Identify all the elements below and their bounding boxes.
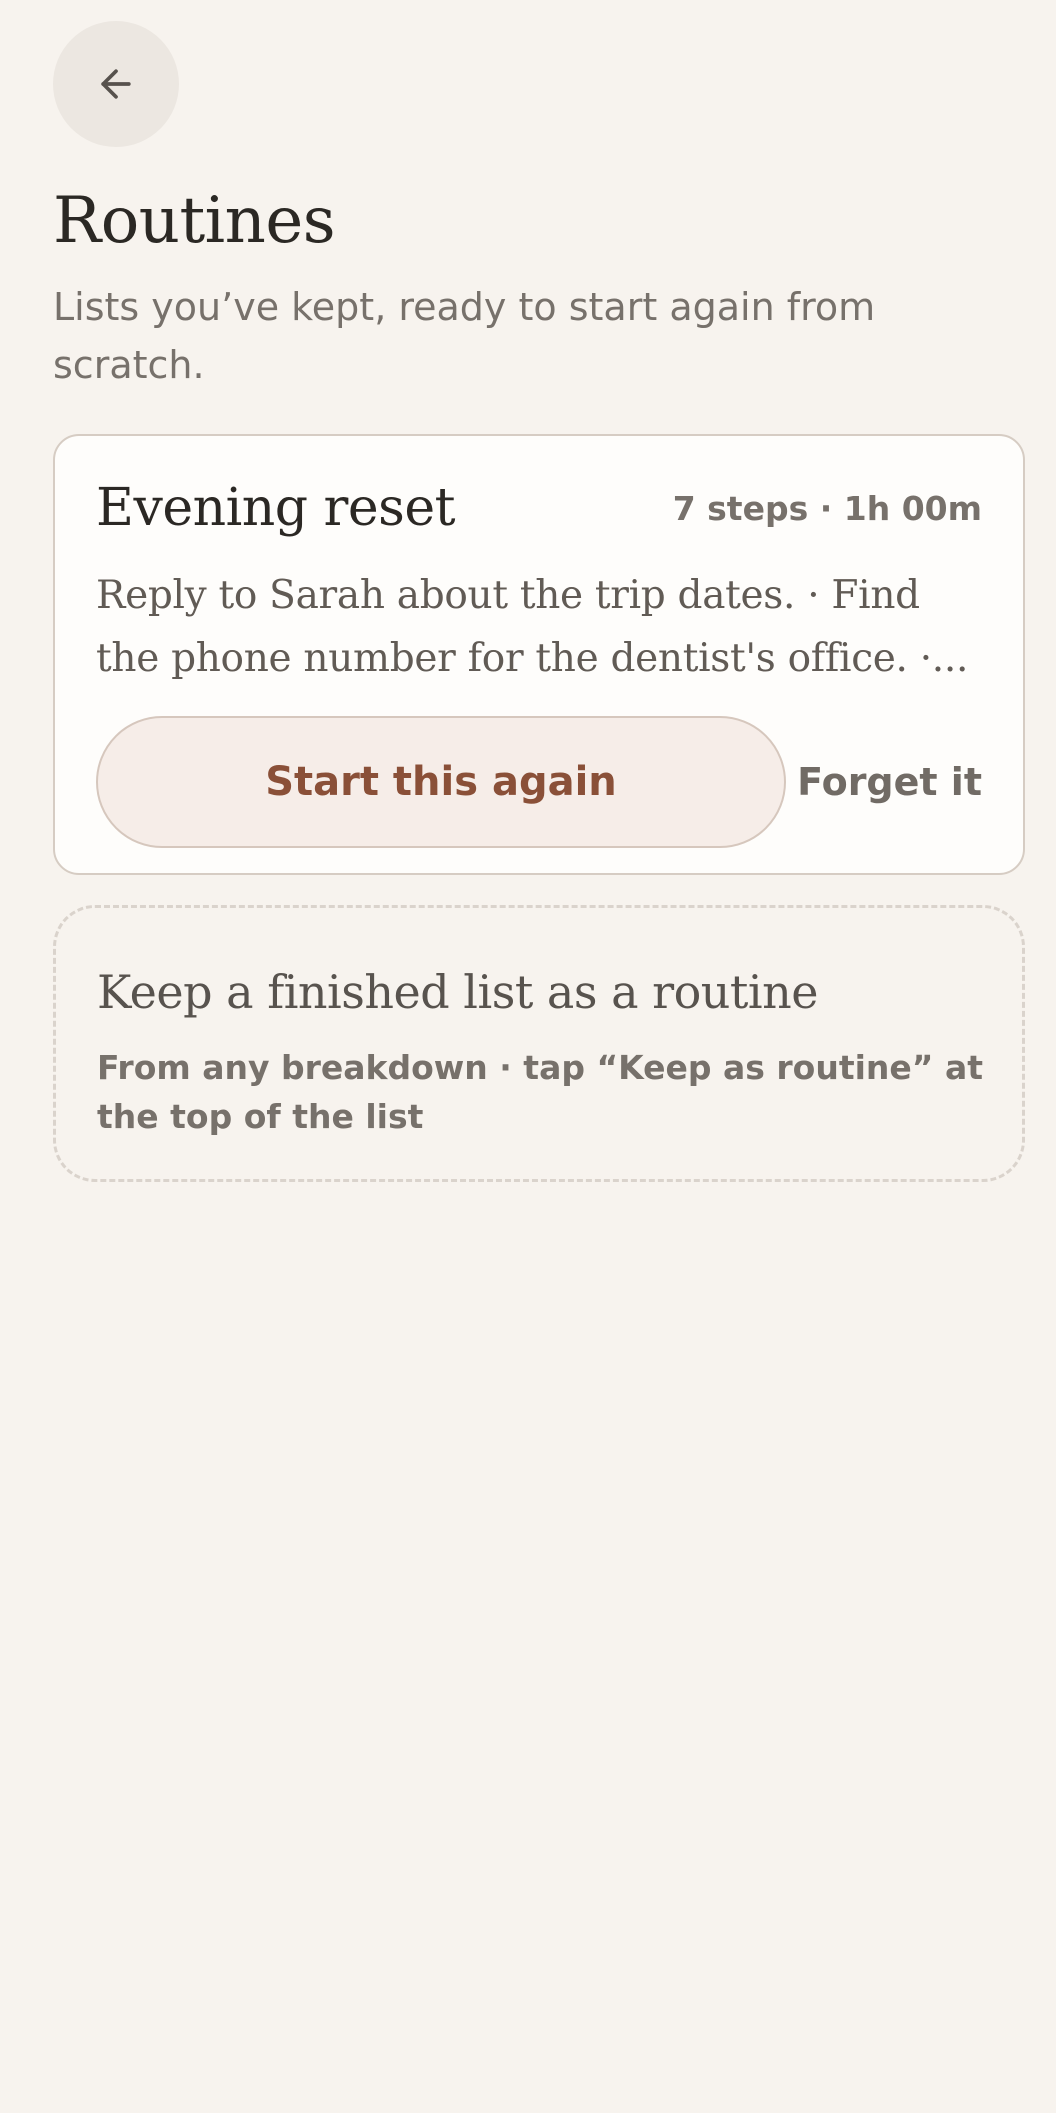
page-subtitle: Lists you’ve kept, ready to start again … (53, 285, 876, 387)
arrow-left-icon (94, 62, 138, 106)
back-button[interactable] (53, 21, 179, 147)
routine-card: Evening reset 7 steps · 1h 00m Reply to … (53, 434, 1025, 875)
start-again-button[interactable]: Start this again (96, 716, 786, 848)
routine-name: Evening reset (96, 478, 456, 538)
page-title: Routines (53, 184, 336, 258)
routine-steps-preview: Reply to Sarah about the trip dates. · F… (96, 573, 969, 681)
routine-meta: 7 steps · 1h 00m (672, 489, 982, 528)
hint-description: From any breakdown · tap “Keep as routin… (97, 1048, 984, 1136)
keep-routine-hint-card: Keep a finished list as a routine From a… (53, 905, 1025, 1182)
hint-title: Keep a finished list as a routine (97, 965, 818, 1019)
forget-routine-button[interactable]: Forget it (797, 748, 982, 816)
